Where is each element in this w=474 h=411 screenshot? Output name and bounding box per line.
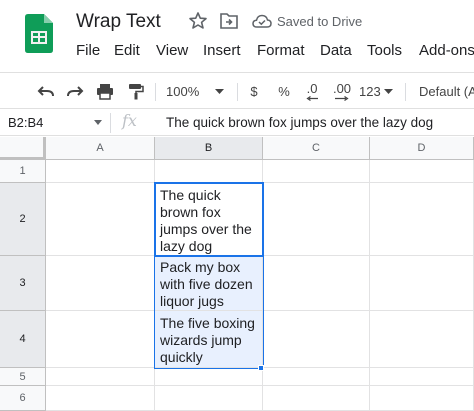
toolbar-divider — [237, 83, 238, 101]
zoom-value: 100% — [166, 83, 200, 99]
fx-icon: fx — [122, 111, 137, 130]
cell-c3[interactable] — [263, 256, 370, 311]
save-status: Saved to Drive — [277, 14, 363, 29]
font-family-select[interactable]: Default (A — [419, 79, 474, 103]
cell-a6[interactable] — [46, 386, 155, 411]
cell-d4[interactable] — [370, 311, 474, 368]
cell-b2-line: The quick — [160, 187, 221, 203]
cell-c1[interactable] — [263, 160, 370, 183]
column-header-c[interactable]: C — [263, 137, 370, 160]
redo-button[interactable] — [64, 79, 86, 103]
cell-d2[interactable] — [370, 183, 474, 256]
formula-input[interactable]: The quick brown fox jumps over the lazy … — [166, 115, 433, 130]
redo-icon — [67, 86, 84, 97]
cell-b5[interactable] — [155, 368, 263, 386]
spreadsheet-grid: A B C D 1 2 3 4 5 6 The quick brown fox … — [0, 137, 474, 411]
decrease-decimal-button[interactable]: .0 — [300, 79, 324, 103]
toolbar: 100% $ % .0 .00 123 Default (A — [0, 72, 474, 108]
star-icon[interactable] — [188, 11, 208, 31]
cell-d1[interactable] — [370, 160, 474, 183]
undo-icon — [37, 86, 54, 97]
zoom-select[interactable]: 100% — [166, 79, 230, 103]
formula-bar-divider — [110, 113, 111, 133]
menu-add-ons[interactable]: Add-ons — [419, 42, 474, 59]
formula-bar: B2:B4 fx The quick brown fox jumps over … — [0, 108, 474, 136]
name-box[interactable]: B2:B4 — [8, 115, 43, 130]
menu-insert[interactable]: Insert — [203, 42, 241, 59]
row-header-2[interactable]: 2 — [0, 183, 46, 256]
move-to-folder-icon[interactable] — [219, 12, 239, 30]
row-header-3[interactable]: 3 — [0, 256, 46, 311]
menu-view[interactable]: View — [156, 42, 188, 59]
increase-decimal-label: .00 — [332, 80, 352, 96]
undo-button[interactable] — [35, 79, 57, 103]
cell-b3-line: with five dozen — [160, 276, 253, 292]
cell-c4[interactable] — [263, 311, 370, 368]
cell-b3-line: liquor jugs — [160, 293, 224, 309]
menu-edit[interactable]: Edit — [114, 42, 140, 59]
select-all-corner[interactable] — [0, 137, 46, 160]
sheets-logo-icon[interactable] — [25, 14, 53, 53]
cell-a5[interactable] — [46, 368, 155, 386]
cell-b4-line: wizards jump — [160, 332, 242, 348]
chevron-down-icon — [215, 88, 225, 94]
column-header-d[interactable]: D — [370, 137, 474, 160]
menu-data[interactable]: Data — [320, 42, 352, 59]
more-formats-select[interactable]: 123 — [359, 79, 395, 103]
chevron-down-icon — [383, 88, 393, 94]
cloud-saved-icon[interactable] — [252, 13, 272, 29]
format-percent-button[interactable]: % — [275, 79, 293, 103]
cell-b2-line: lazy dog — [160, 238, 213, 254]
cell-b2-line: jumps over the — [160, 221, 252, 237]
cell-a3[interactable] — [46, 256, 155, 311]
document-title[interactable]: Wrap Text — [76, 11, 161, 33]
menu-file[interactable]: File — [76, 42, 100, 59]
print-icon — [97, 83, 113, 100]
row-header-4[interactable]: 4 — [0, 311, 46, 368]
cell-a1[interactable] — [46, 160, 155, 183]
more-formats-label: 123 — [359, 83, 381, 99]
paint-format-icon — [129, 83, 144, 99]
cell-d5[interactable] — [370, 368, 474, 386]
chevron-down-icon[interactable] — [94, 120, 102, 126]
cell-b2-text: The quick brown fox jumps over the lazy … — [160, 187, 252, 255]
increase-decimal-button[interactable]: .00 — [329, 79, 355, 103]
paint-format-button[interactable] — [125, 79, 147, 103]
cell-b4-line: quickly — [160, 349, 203, 365]
row-header-5[interactable]: 5 — [0, 368, 46, 386]
cell-b4-line: The five boxing — [160, 315, 255, 331]
cell-a4[interactable] — [46, 311, 155, 368]
cell-c6[interactable] — [263, 386, 370, 411]
toolbar-divider — [405, 83, 406, 101]
cell-b6[interactable] — [155, 386, 263, 411]
cell-c5[interactable] — [263, 368, 370, 386]
cell-d3[interactable] — [370, 256, 474, 311]
cell-c2[interactable] — [263, 183, 370, 256]
menu-format[interactable]: Format — [257, 42, 305, 59]
arrow-right-icon — [335, 95, 349, 101]
cell-b1[interactable] — [155, 160, 263, 183]
column-header-b[interactable]: B — [155, 137, 263, 160]
cell-b2-line: brown fox — [160, 204, 221, 220]
row-header-6[interactable]: 6 — [0, 386, 46, 411]
print-button[interactable] — [94, 79, 116, 103]
decrease-decimal-label: .0 — [306, 80, 318, 96]
cell-b3-line: Pack my box — [160, 259, 241, 275]
cell-b4-text: The five boxing wizards jump quickly — [160, 315, 255, 366]
cell-b3-text: Pack my box with five dozen liquor jugs — [160, 259, 253, 310]
menu-tools[interactable]: Tools — [367, 42, 402, 59]
arrow-left-icon — [306, 95, 318, 101]
app-header: Wrap Text Saved to Drive File Edit View … — [0, 0, 474, 72]
toolbar-divider — [155, 83, 156, 101]
format-currency-button[interactable]: $ — [245, 79, 263, 103]
column-header-a[interactable]: A — [46, 137, 155, 160]
cell-d6[interactable] — [370, 386, 474, 411]
fill-handle[interactable] — [258, 365, 264, 371]
cell-a2[interactable] — [46, 183, 155, 256]
row-header-1[interactable]: 1 — [0, 160, 46, 183]
